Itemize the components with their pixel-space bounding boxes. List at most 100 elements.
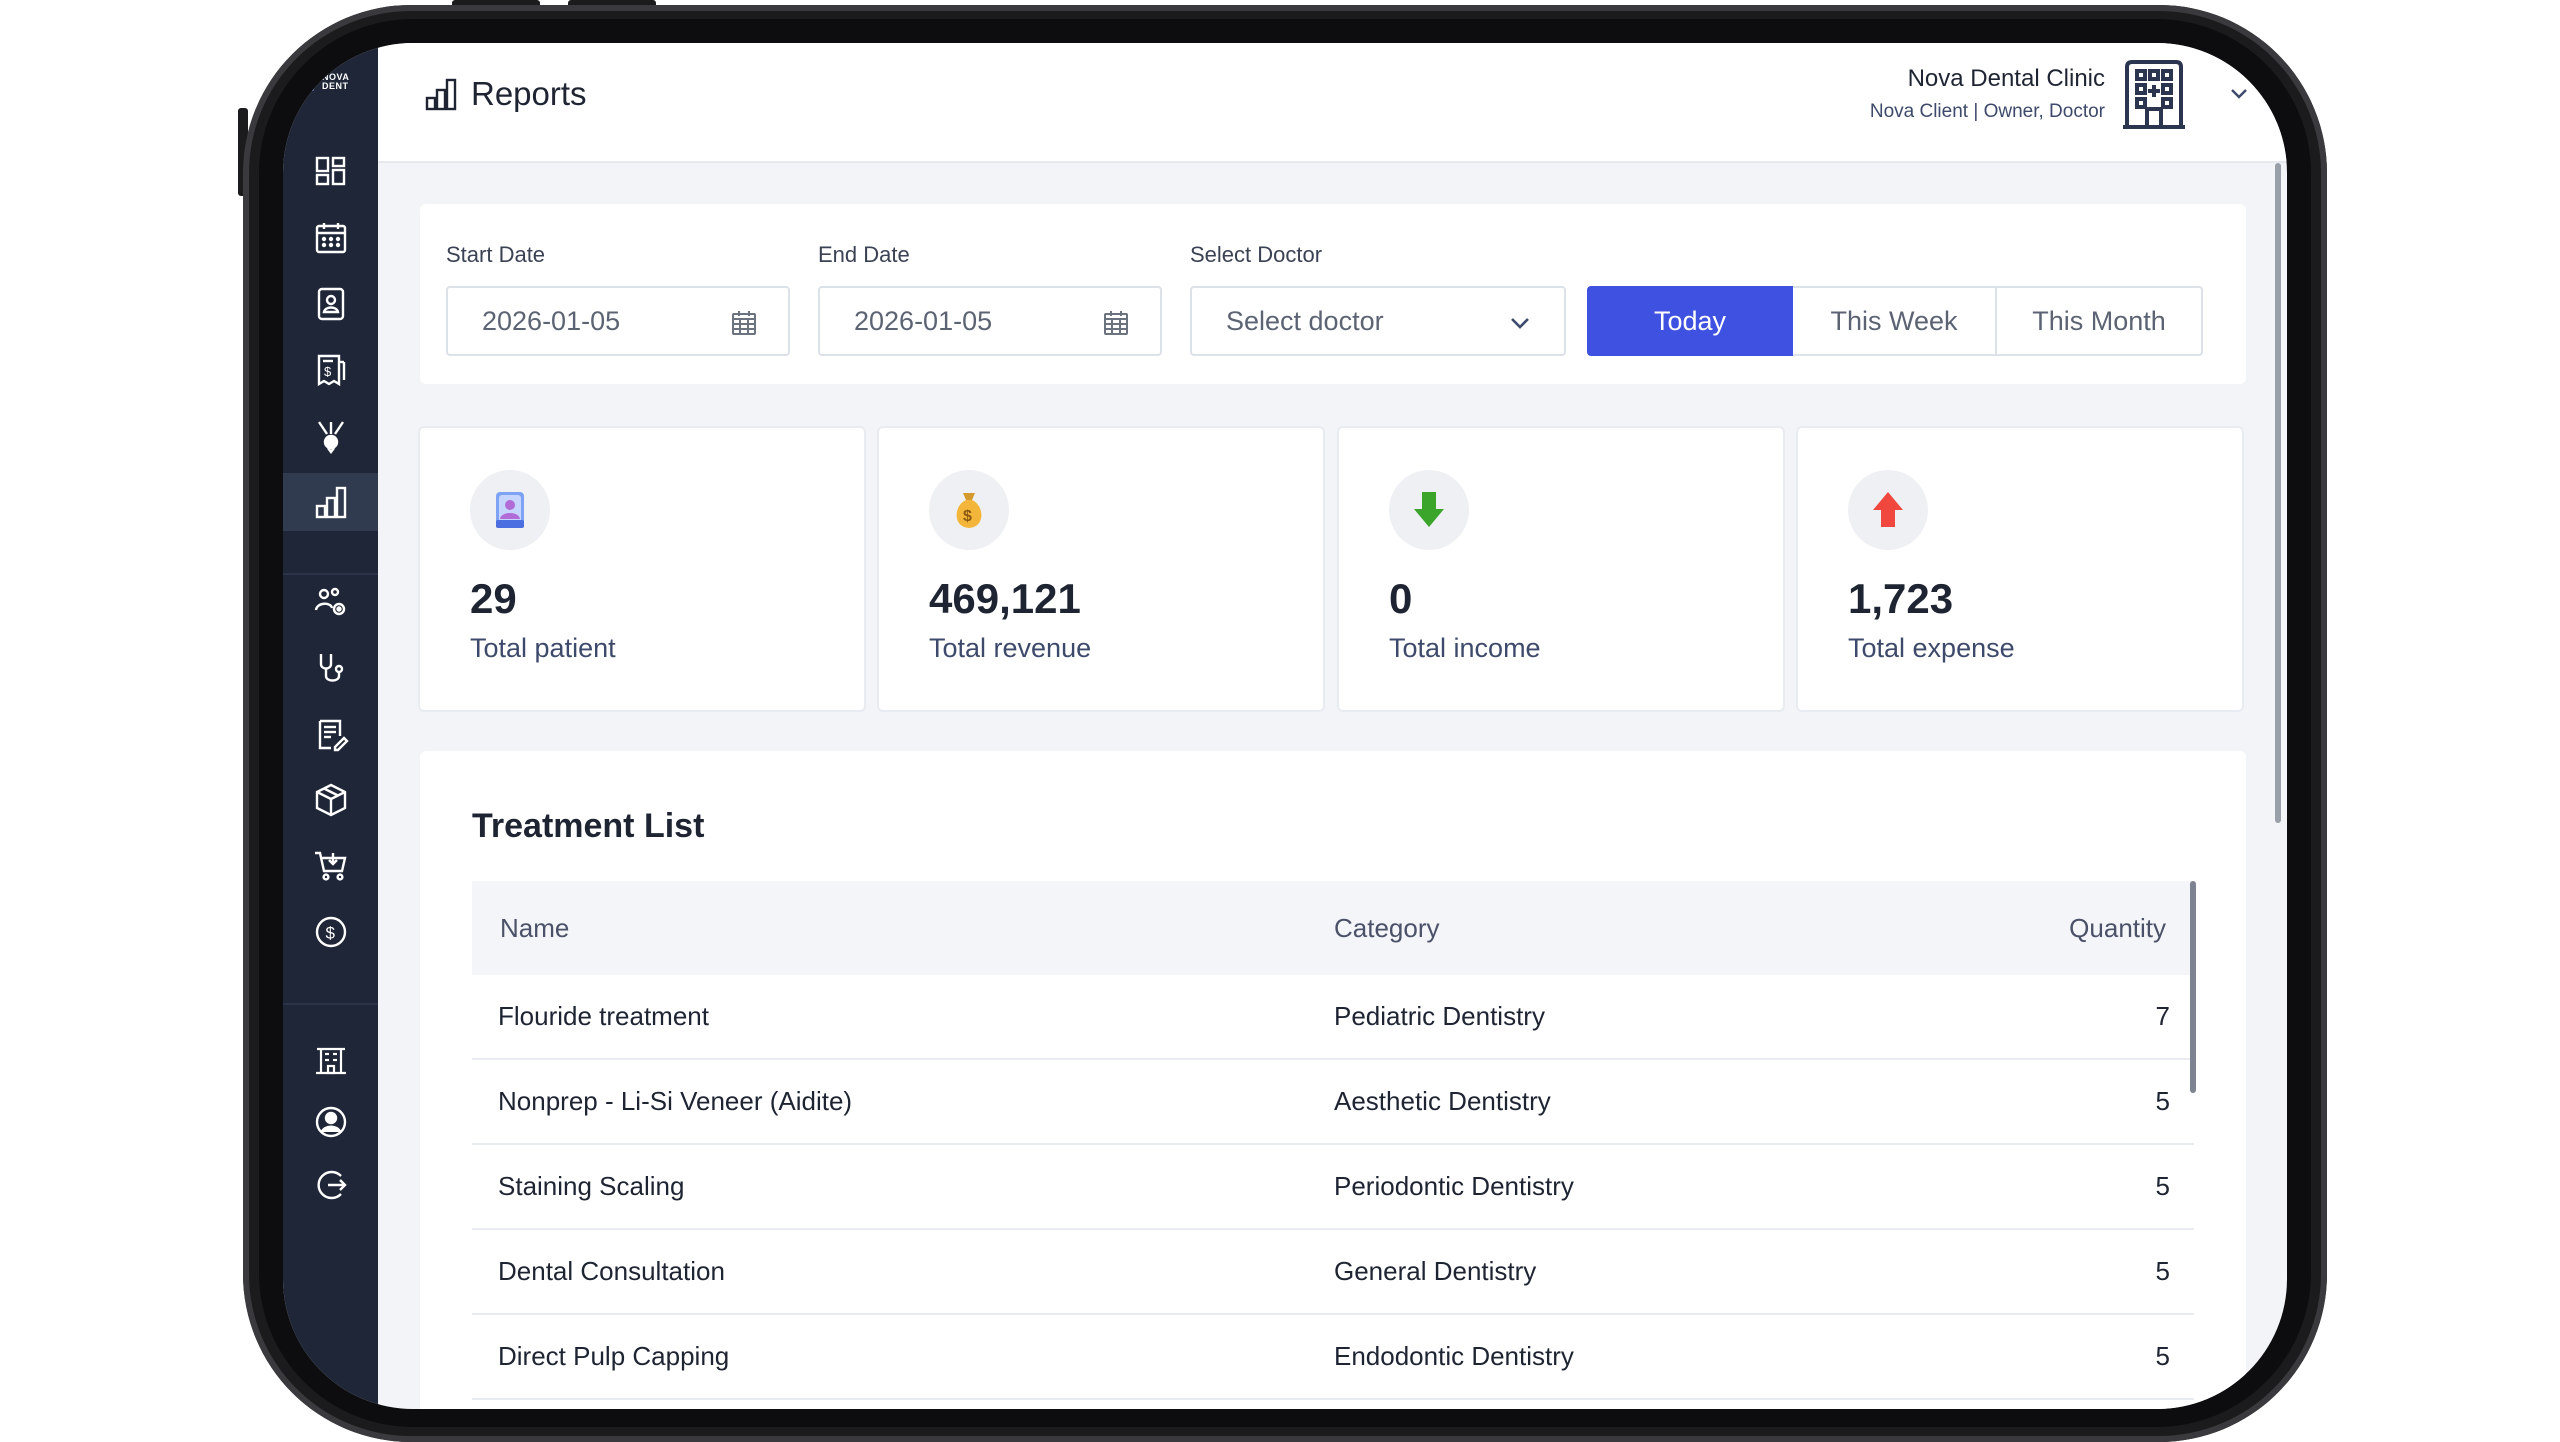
sidebar-item-clinic[interactable] <box>283 1030 378 1088</box>
reports-icon <box>315 486 346 519</box>
sidebar-item-patients[interactable] <box>283 275 378 333</box>
sidebar-item-treatments[interactable] <box>283 407 378 465</box>
sidebar-item-prescriptions[interactable] <box>283 705 378 763</box>
patient-card-icon <box>317 287 344 321</box>
clinic-building-icon[interactable] <box>2121 59 2187 129</box>
page-title-text: Reports <box>471 75 587 112</box>
money-bag-icon: $ <box>929 470 1009 550</box>
logout-icon <box>317 1170 347 1200</box>
svg-text:$: $ <box>324 364 332 379</box>
doctor-select[interactable]: Select doctor <box>1190 286 1566 356</box>
treatment-quantity: 5 <box>2155 1256 2170 1286</box>
page-title: Reports <box>423 75 587 113</box>
start-date-label: Start Date <box>446 242 546 267</box>
treatment-category: General Dentistry <box>1334 1256 1537 1286</box>
arrow-up-icon <box>1848 470 1928 550</box>
reports-icon <box>425 78 457 111</box>
dental-tools-icon <box>317 421 344 454</box>
stat-card-expense: 1,723 Total expense <box>1798 428 2242 710</box>
stat-card-revenue: $ 469,121 Total revenue <box>879 428 1323 710</box>
tooth-logo-icon <box>302 73 318 91</box>
stat-value: 29 <box>470 575 517 622</box>
app-logo[interactable]: NOVA DENT <box>301 69 363 95</box>
stat-label: Total income <box>1389 633 1541 663</box>
treatment-list-title: Treatment List <box>472 807 705 845</box>
page-scrollbar[interactable] <box>2275 163 2281 823</box>
start-date-value: 2026-01-05 <box>482 305 621 336</box>
table-row[interactable]: Direct Pulp Capping Endodontic Dentistry… <box>472 1315 2194 1400</box>
calendar-icon <box>1104 311 1128 335</box>
sidebar-divider <box>283 1003 378 1005</box>
doctor-select-label: Select Doctor <box>1190 242 1323 267</box>
invoice-icon: $ <box>317 354 345 387</box>
table-header: Name Category Quantity <box>472 881 2194 975</box>
dashboard-icon <box>315 156 345 186</box>
period-month-button[interactable]: This Month <box>1997 286 2203 356</box>
sidebar-item-finance[interactable]: $ <box>283 903 378 961</box>
sidebar-item-reports[interactable] <box>283 473 378 531</box>
table-row[interactable]: Staining Scaling Periodontic Dentistry 5 <box>472 1145 2194 1230</box>
treatment-table: Name Category Quantity Flouride treatmen… <box>472 881 2194 1400</box>
treatment-category: Endodontic Dentistry <box>1334 1341 1574 1371</box>
clinic-info[interactable]: Nova Dental Clinic Nova Client | Owner, … <box>1870 65 2105 123</box>
stat-card-patients: 29 Total patient <box>420 428 864 710</box>
column-header-name[interactable]: Name <box>472 913 1334 944</box>
treatment-name: Direct Pulp Capping <box>498 1341 730 1371</box>
treatment-name: Flouride treatment <box>498 1001 709 1031</box>
sidebar-item-logout[interactable] <box>283 1156 378 1214</box>
treatment-category: Periodontic Dentistry <box>1334 1171 1574 1201</box>
prescription-icon <box>318 719 349 752</box>
treatment-quantity: 5 <box>2155 1086 2170 1116</box>
table-row[interactable]: Nonprep - Li-Si Veneer (Aidite) Aestheti… <box>472 1060 2194 1145</box>
calendar-icon <box>732 311 756 335</box>
calendar-icon <box>315 223 346 254</box>
sidebar-item-inventory[interactable] <box>283 771 378 829</box>
clinic-building-icon <box>315 1047 346 1075</box>
main-content: Start Date 2026-01-05 End Date 2026-01-0… <box>378 163 2287 1409</box>
svg-text:$: $ <box>325 924 335 943</box>
sidebar-item-doctors[interactable] <box>283 639 378 697</box>
stat-label: Total revenue <box>929 633 1092 663</box>
end-date-value: 2026-01-05 <box>854 305 993 336</box>
treatment-quantity: 7 <box>2155 1001 2170 1031</box>
treatment-category: Aesthetic Dentistry <box>1334 1086 1551 1116</box>
sidebar-item-staff[interactable] <box>283 573 378 631</box>
sidebar-item-dashboard[interactable] <box>283 143 378 201</box>
stat-value: 0 <box>1389 575 1413 622</box>
table-row[interactable]: Dental Consultation General Dentistry 5 <box>472 1230 2194 1315</box>
shopping-cart-icon <box>314 851 347 881</box>
treatment-quantity: 5 <box>2155 1341 2170 1371</box>
arrow-down-icon <box>1389 470 1469 550</box>
treatment-quantity: 5 <box>2155 1171 2170 1201</box>
clinic-name: Nova Dental Clinic <box>1907 65 2105 92</box>
sidebar-item-purchases[interactable] <box>283 837 378 895</box>
sidebar-item-appointments[interactable] <box>283 209 378 267</box>
period-toggle: Today This Week This Month <box>1587 286 2203 356</box>
start-date-input[interactable]: 2026-01-05 <box>446 286 790 356</box>
stat-card-income: 0 Total income <box>1339 428 1783 710</box>
stat-label: Total expense <box>1848 633 2015 663</box>
inventory-box-icon <box>315 783 346 817</box>
column-header-category[interactable]: Category <box>1334 913 2034 944</box>
treatment-category: Pediatric Dentistry <box>1334 1001 1545 1031</box>
stat-label: Total patient <box>470 633 616 663</box>
sidebar-item-profile[interactable] <box>283 1093 378 1151</box>
table-row[interactable]: Flouride treatment Pediatric Dentistry 7 <box>472 975 2194 1060</box>
stat-value: 469,121 <box>929 575 1081 622</box>
period-today-button[interactable]: Today <box>1587 286 1793 356</box>
treatment-name: Staining Scaling <box>498 1171 685 1201</box>
patient-badge-icon <box>470 470 550 550</box>
user-role: Nova Client | Owner, Doctor <box>1869 101 2105 122</box>
table-scrollbar[interactable] <box>2190 881 2196 1093</box>
period-week-button[interactable]: This Week <box>1793 286 1997 356</box>
end-date-input[interactable]: 2026-01-05 <box>818 286 1162 356</box>
stethoscope-icon <box>319 654 343 682</box>
treatment-name: Nonprep - Li-Si Veneer (Aidite) <box>498 1086 853 1116</box>
sidebar-item-billing[interactable]: $ <box>283 341 378 399</box>
svg-text:$: $ <box>963 508 972 525</box>
sidebar: NOVA DENT $ $ <box>283 43 378 1409</box>
chevron-down-icon[interactable] <box>2227 81 2251 105</box>
column-header-quantity[interactable]: Quantity <box>2034 913 2194 944</box>
treatment-name: Dental Consultation <box>498 1256 725 1286</box>
staff-settings-icon <box>314 587 345 616</box>
